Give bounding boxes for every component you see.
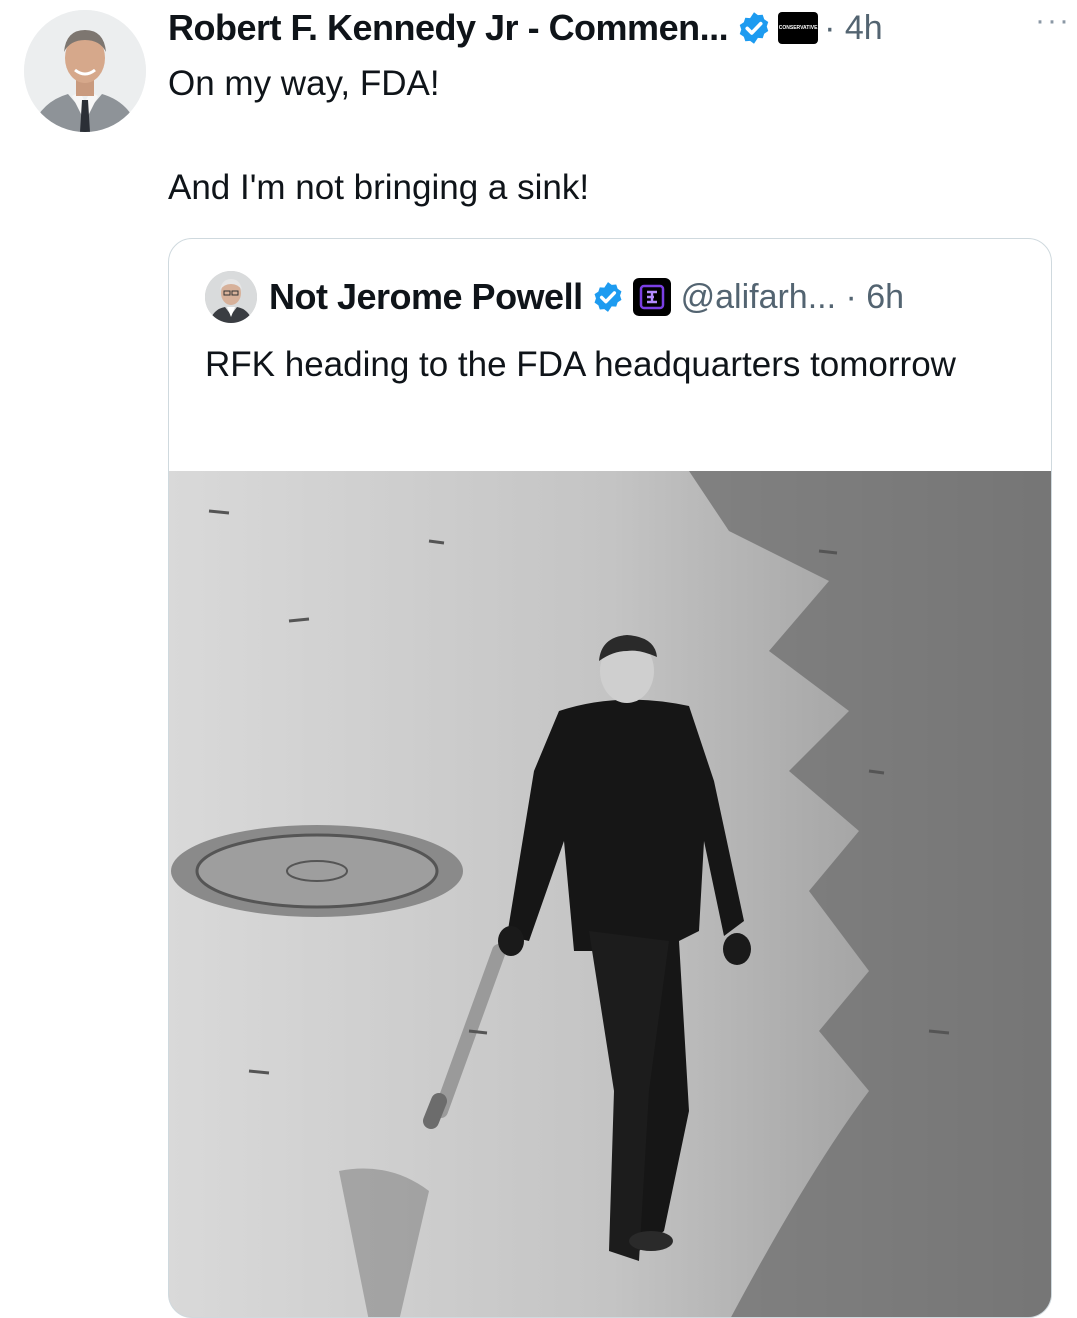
author-name[interactable]: Robert F. Kennedy Jr - Commen... [168,7,729,49]
quoted-tweet-text: RFK heading to the FDA headquarters tomo… [205,345,956,384]
quoted-tweet[interactable]: Not Jerome Powell @alifarh... · 6h RFK h… [168,238,1052,1318]
quoted-tweet-header: Not Jerome Powell @alifarh... · 6h [205,269,904,325]
author-avatar[interactable] [24,10,146,132]
verified-badge-icon[interactable] [736,10,772,46]
tweet-line-2: And I'm not bringing a sink! [168,168,590,207]
more-options-icon[interactable]: ··· [1035,4,1071,38]
quoted-author-avatar[interactable] [205,271,257,323]
quoted-author-name[interactable]: Not Jerome Powell [269,276,583,318]
quoted-handle-time[interactable]: @alifarh... · 6h [681,278,905,317]
quoted-verified-badge-icon[interactable] [591,280,625,314]
tweet-header: Robert F. Kennedy Jr - Commen... CONSERV… [168,6,1057,50]
tweet-text: On my way, FDA! And I'm not bringing a s… [168,58,1048,214]
quoted-tweet-media[interactable] [169,471,1051,1317]
tweet-time[interactable]: · 4h [824,9,883,48]
quoted-affiliation-badge-icon[interactable] [632,278,671,316]
affiliation-badge-text: CONSERVATIVE [778,25,818,31]
affiliation-badge-icon[interactable]: CONSERVATIVE [778,12,819,44]
tweet-line-1: On my way, FDA! [168,64,440,103]
